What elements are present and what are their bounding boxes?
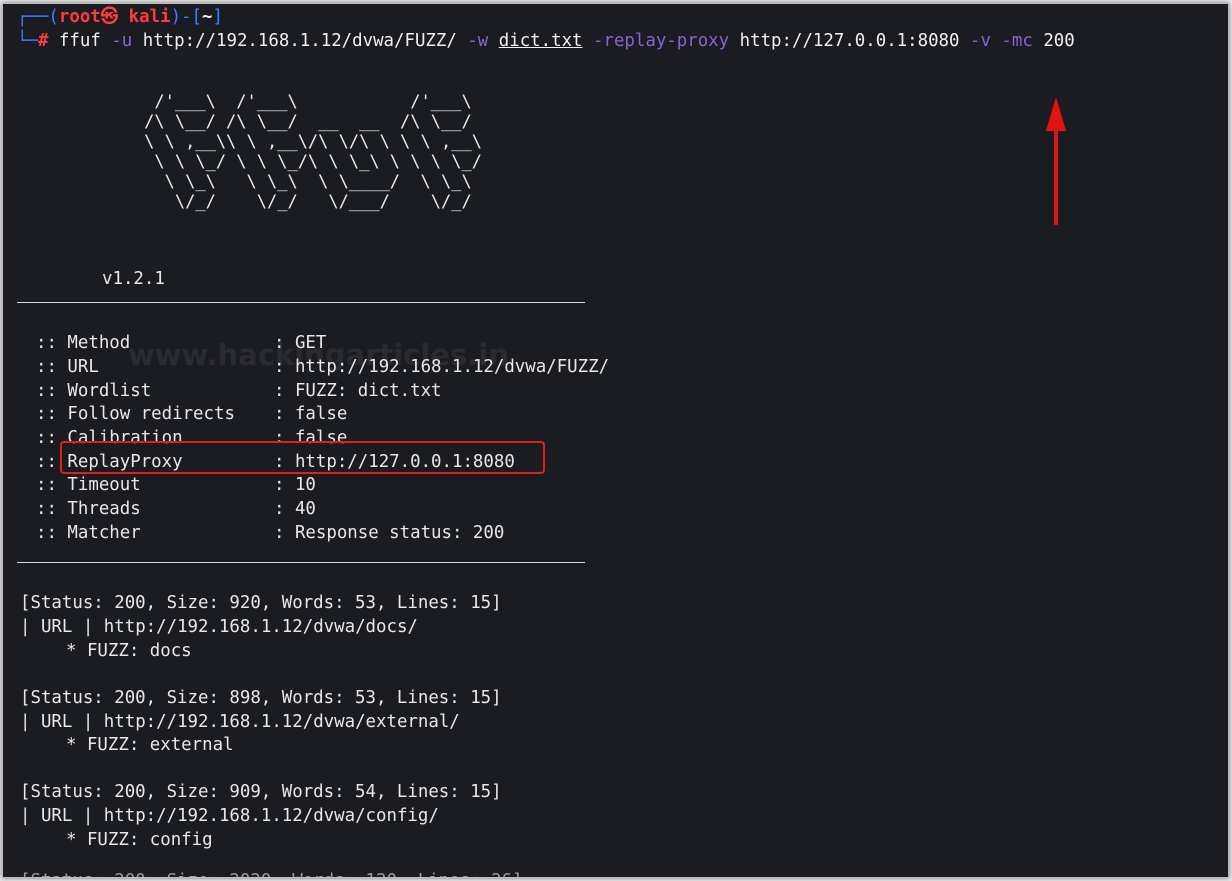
config-value-matcher: : Response status: 200 bbox=[274, 523, 505, 543]
result-url: http://192.168.1.12/dvwa/config/ bbox=[103, 806, 439, 826]
command-url: http://192.168.1.12/dvwa/FUZZ/ bbox=[142, 31, 457, 51]
divider-bottom bbox=[17, 562, 585, 563]
result-url-label: URL bbox=[40, 712, 73, 732]
result-url: http://192.168.1.12/dvwa/external/ bbox=[103, 712, 460, 732]
result-status: [Status: 200, Size: 909, Words: 54, Line… bbox=[20, 782, 502, 802]
result-fuzz: * FUZZ: external bbox=[66, 735, 234, 755]
result-status-partial: [Status: 200, Size: 2020, Words: 120, Li… bbox=[20, 870, 523, 877]
command-program: ffuf bbox=[58, 31, 101, 51]
command-flag-v: -v bbox=[969, 31, 991, 51]
config-value-method: : GET bbox=[274, 333, 327, 353]
command-flag-w: -w bbox=[467, 31, 489, 51]
config-key-timeout: :: Timeout bbox=[36, 475, 141, 495]
command-line[interactable]: └─# ffuf -u http://192.168.1.12/dvwa/FUZ… bbox=[17, 30, 1075, 54]
version-label: v1.2.1 bbox=[102, 269, 165, 289]
result-fuzz: * FUZZ: config bbox=[66, 830, 213, 850]
divider-top bbox=[17, 302, 585, 303]
result-url-line: | URL | http://192.168.1.12/dvwa/docs/ bbox=[20, 617, 418, 637]
command-flag-proxy: -replay-proxy bbox=[593, 31, 730, 51]
result-status: [Status: 200, Size: 898, Words: 53, Line… bbox=[20, 688, 502, 708]
red-arrow-annotation bbox=[1046, 97, 1066, 225]
result-url-label: URL bbox=[40, 806, 73, 826]
replayproxy-highlight-box bbox=[60, 441, 545, 474]
config-key-matcher: :: Matcher bbox=[36, 523, 141, 543]
result-url-line: | URL | http://192.168.1.12/dvwa/externa… bbox=[20, 712, 460, 732]
config-value-threads: : 40 bbox=[274, 499, 316, 519]
config-value-url: : http://192.168.1.12/dvwa/FUZZ/ bbox=[274, 357, 610, 377]
config-key-method: :: Method bbox=[36, 333, 131, 353]
config-value-timeout: : 10 bbox=[274, 475, 316, 495]
result-url-label: URL bbox=[40, 617, 73, 637]
command-wordlist: dict.txt bbox=[498, 31, 583, 51]
command-flag-u: -u bbox=[111, 31, 133, 51]
prompt-dir: ~ bbox=[201, 7, 213, 27]
prompt-separator: ㉿ bbox=[100, 7, 119, 27]
config-key-follow-redirects: :: Follow redirects bbox=[36, 404, 235, 424]
prompt-line: ┌──(root㉿ kali)-[~] bbox=[17, 7, 223, 27]
command-proxy: http://127.0.0.1:8080 bbox=[739, 31, 960, 51]
result-fuzz: * FUZZ: docs bbox=[66, 641, 192, 661]
ffuf-ascii-logo: /'___\ /'___\ /'___\ /\ \__/ /\ \__/ __ … bbox=[144, 92, 482, 212]
config-key-threads: :: Threads bbox=[36, 499, 141, 519]
config-value-follow-redirects: : false bbox=[274, 404, 348, 424]
config-key-wordlist: :: Wordlist bbox=[36, 381, 152, 401]
config-key-url: :: URL bbox=[36, 357, 99, 377]
command-flag-mc: -mc bbox=[1001, 31, 1033, 51]
terminal-window[interactable]: ┌──(root㉿ kali)-[~] └─# ffuf -u http://1… bbox=[2, 3, 1229, 878]
prompt-user: root bbox=[58, 7, 101, 27]
result-url: http://192.168.1.12/dvwa/docs/ bbox=[103, 617, 418, 637]
command-mc-value: 200 bbox=[1043, 31, 1075, 51]
prompt-host: kali bbox=[128, 7, 171, 27]
prompt-hash: # bbox=[37, 31, 49, 51]
config-value-wordlist: : FUZZ: dict.txt bbox=[274, 381, 442, 401]
result-status: [Status: 200, Size: 920, Words: 53, Line… bbox=[20, 593, 502, 613]
result-url-line: | URL | http://192.168.1.12/dvwa/config/ bbox=[20, 806, 439, 826]
